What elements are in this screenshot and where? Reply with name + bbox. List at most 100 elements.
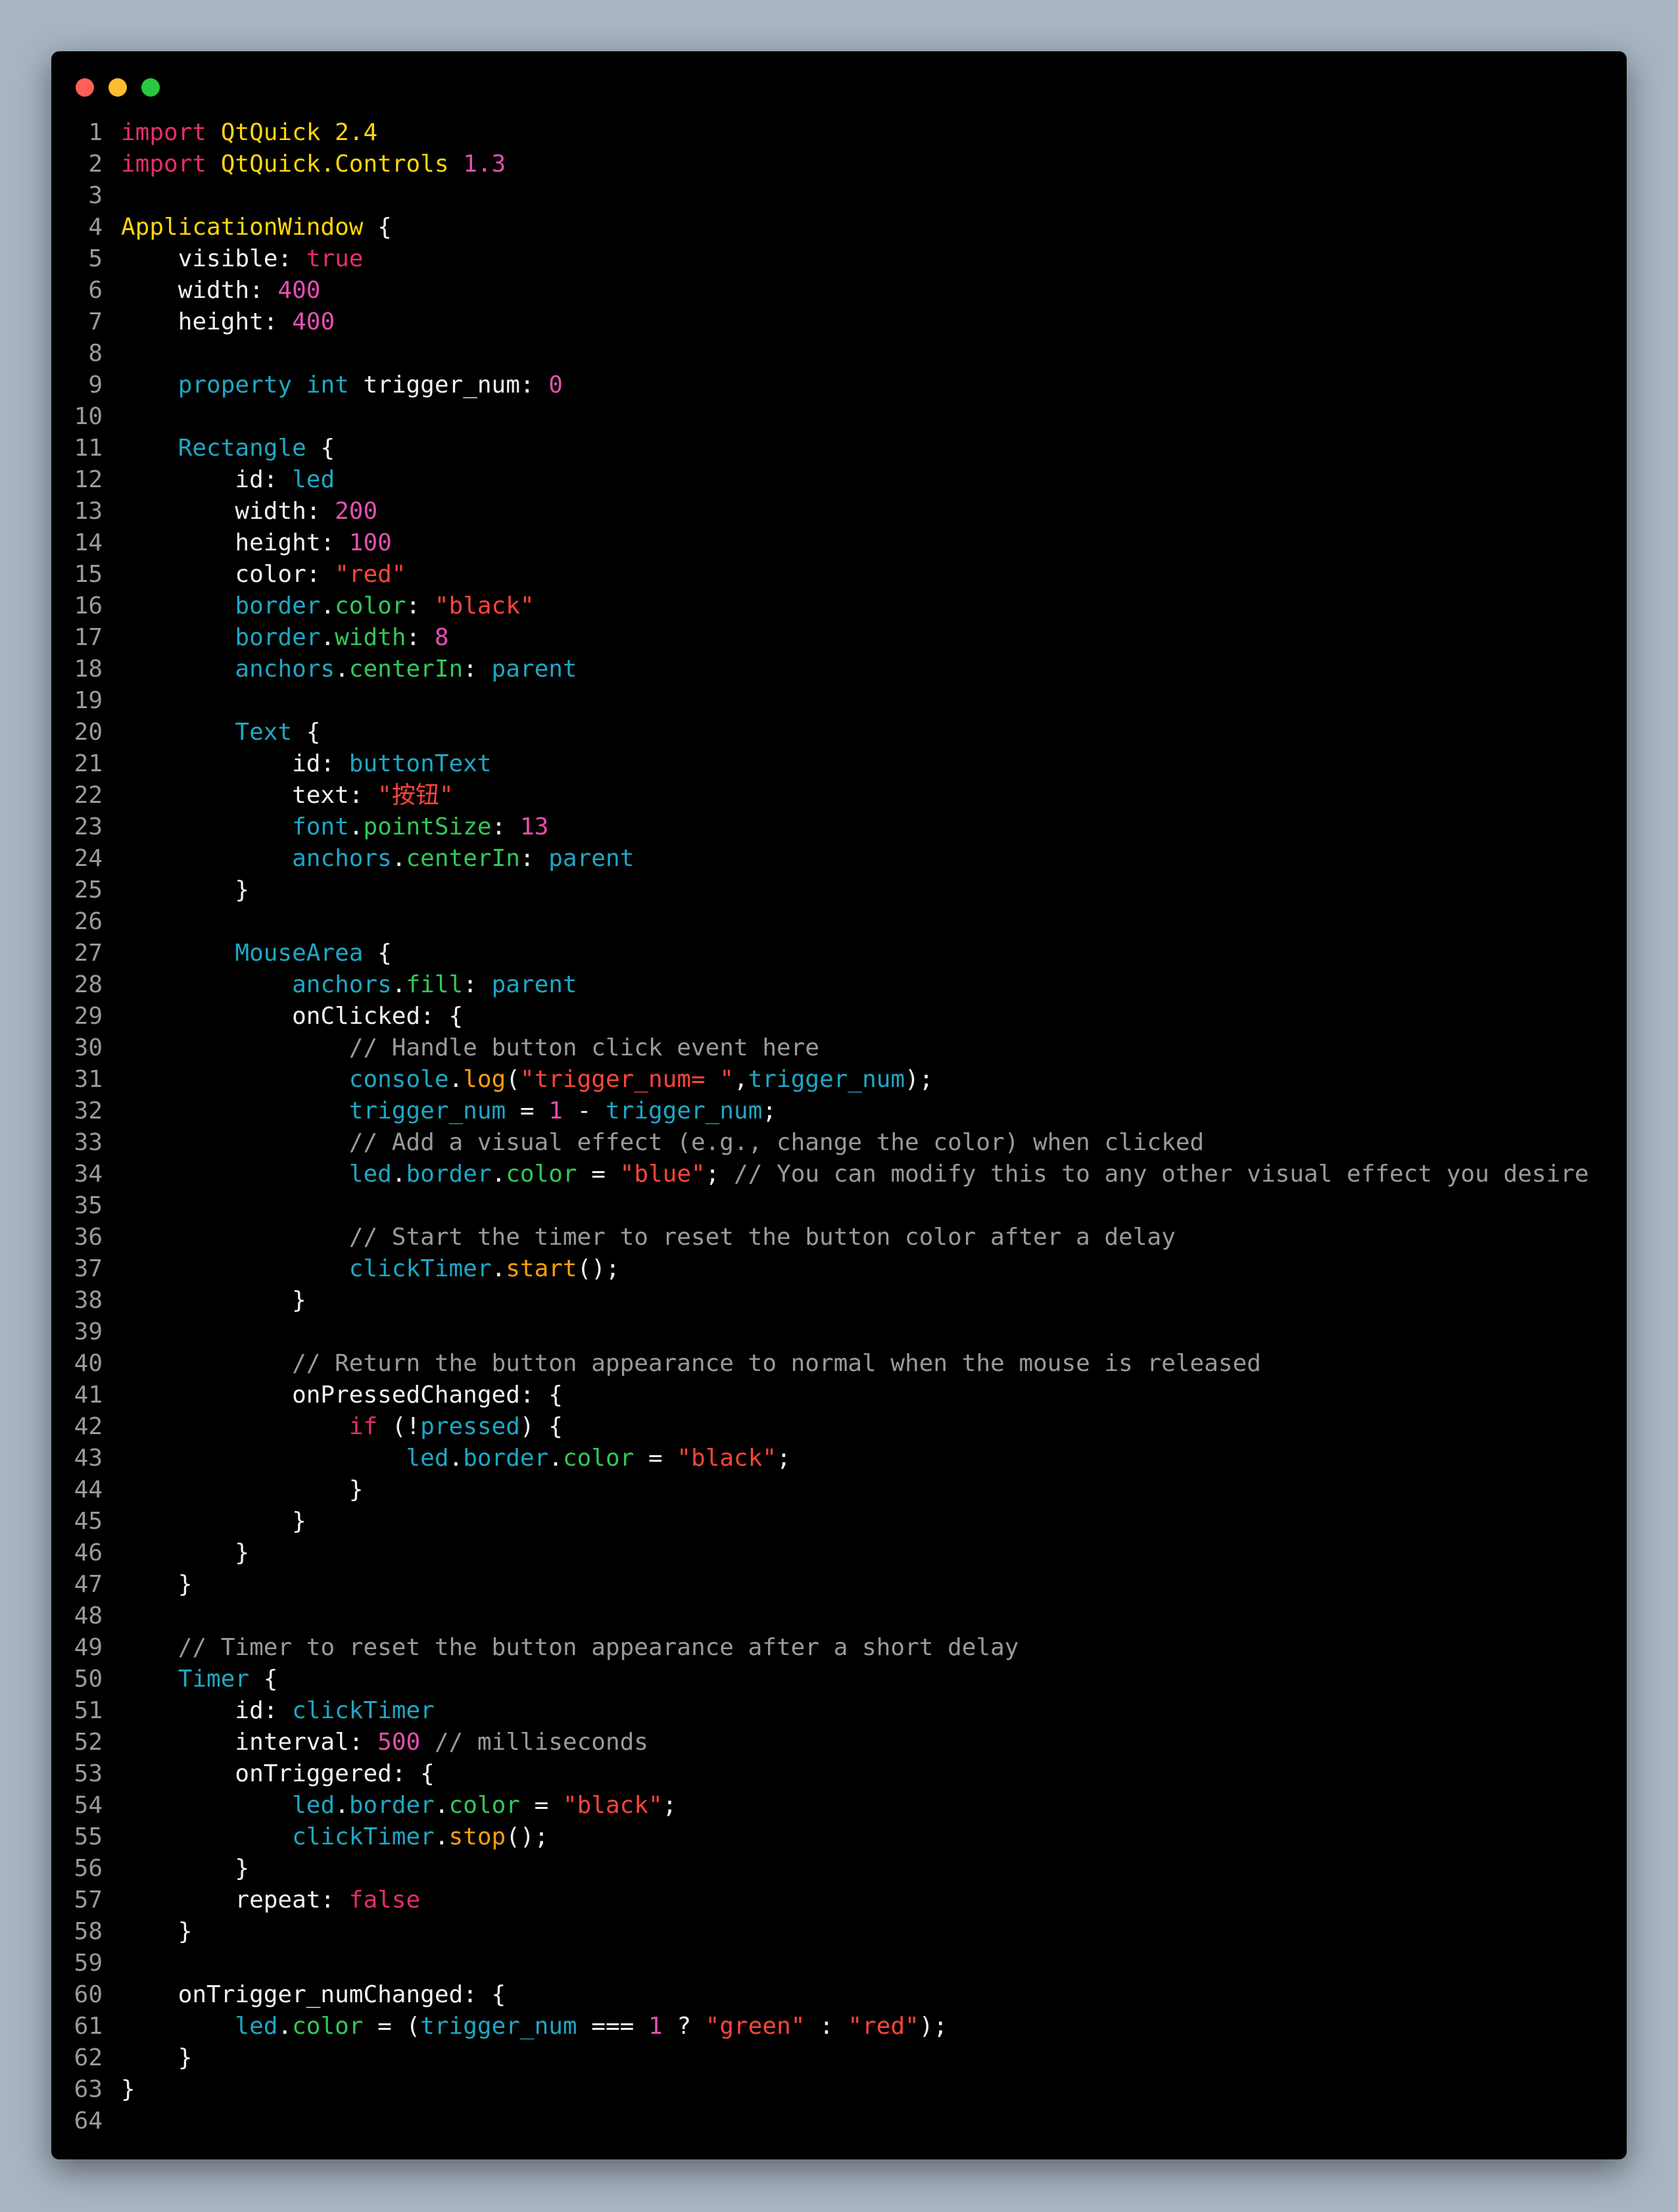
code-token: : (406, 592, 435, 619)
code-token: { (363, 214, 392, 241)
minimize-window-button[interactable] (108, 78, 127, 97)
line-number: 52 (74, 1729, 103, 1756)
code-token: 1.3 (463, 151, 506, 178)
code-token: parent (548, 845, 635, 872)
code-token: ( (506, 1066, 520, 1093)
code-token: 1 (548, 1097, 563, 1124)
window-titlebar (51, 51, 1627, 117)
code-token: led (292, 466, 335, 493)
code-line: 17 border.width: 8 (51, 622, 1627, 654)
code-line: 37 clickTimer.start(); (51, 1253, 1627, 1285)
code-token: (); (577, 1255, 620, 1282)
code-token: : (406, 624, 435, 651)
zoom-window-button[interactable] (141, 78, 160, 97)
line-number: 50 (74, 1666, 103, 1693)
code-text: } (121, 1537, 249, 1569)
code-token: . (277, 2013, 293, 2040)
code-token: border (348, 1792, 435, 1819)
code-text: } (121, 1474, 364, 1506)
code-line: 64 (51, 2105, 1627, 2137)
line-number: 49 (74, 1634, 103, 1661)
code-line: 53 onTriggered: { (51, 1758, 1627, 1790)
line-number: 58 (74, 1918, 103, 1945)
code-token: // You can modify this to any other visu… (734, 1161, 1589, 1188)
line-number: 44 (74, 1476, 103, 1503)
code-token: } (121, 2044, 193, 2071)
code-line: 11 Rectangle { (51, 433, 1627, 464)
code-token: "black" (434, 592, 535, 619)
code-line: 6 width: 400 (51, 275, 1627, 306)
code-line: 1 import QtQuick 2.4 (51, 117, 1627, 149)
line-number: 43 (74, 1445, 103, 1472)
code-token: false (348, 1887, 421, 1913)
code-token: . (391, 1161, 406, 1188)
line-number: 47 (74, 1571, 103, 1598)
code-token: } (121, 1508, 306, 1535)
code-line: 29 onClicked: { (51, 1001, 1627, 1032)
line-number: 60 (74, 1981, 103, 2008)
code-token: } (121, 1571, 193, 1598)
code-token: trigger_num (420, 2013, 577, 2040)
code-line: 28 anchors.fill: parent (51, 969, 1627, 1001)
code-token: ApplicationWindow (121, 214, 364, 241)
code-text: } (121, 1916, 193, 1948)
code-token: (); (506, 1823, 549, 1850)
code-token: . (335, 656, 349, 683)
code-text: led.border.color = "black"; (121, 1443, 790, 1474)
code-line: 2 import QtQuick.Controls 1.3 (51, 149, 1627, 180)
code-token: ); (905, 1066, 934, 1093)
code-token: "trigger_num= " (519, 1066, 734, 1093)
code-token: height: (121, 529, 349, 556)
line-number: 30 (74, 1034, 103, 1061)
code-token: onTriggered: { (121, 1760, 435, 1787)
close-window-button[interactable] (76, 78, 94, 97)
code-line: 23 font.pointSize: 13 (51, 811, 1627, 843)
code-text: interval: 500 // milliseconds (121, 1727, 648, 1758)
code-text: Text { (121, 717, 320, 748)
line-number: 55 (74, 1823, 103, 1850)
code-token: // Return the button appearance to norma… (292, 1350, 1261, 1377)
code-token: : (805, 2013, 848, 2040)
code-token: // Handle button click event here (348, 1034, 820, 1061)
code-token: onClicked: { (121, 1003, 464, 1030)
code-line: 59 (51, 1948, 1627, 1979)
code-token: . (491, 1255, 506, 1282)
code-token: id: (121, 1697, 293, 1724)
code-token: "按钮" (377, 782, 454, 809)
line-number: 40 (74, 1350, 103, 1377)
code-token: : (463, 656, 492, 683)
code-token: 1 (648, 2013, 663, 2040)
code-text: Rectangle { (121, 433, 335, 464)
code-token: QtQuick.Controls (220, 151, 449, 178)
code-line: 4 ApplicationWindow { (51, 212, 1627, 243)
code-text: onPressedChanged: { (121, 1380, 563, 1411)
code-token: . (448, 1445, 464, 1472)
code-token: "black" (677, 1445, 777, 1472)
line-number: 56 (74, 1855, 103, 1882)
line-number: 53 (74, 1760, 103, 1787)
code-token: text: (121, 782, 378, 809)
code-text: if (!pressed) { (121, 1411, 563, 1443)
code-token: . (448, 1066, 464, 1093)
code-token: . (348, 813, 364, 840)
code-token: = (519, 1792, 563, 1819)
code-text: height: 400 (121, 306, 335, 338)
code-line: 45 } (51, 1506, 1627, 1537)
code-text: anchors.centerIn: parent (121, 843, 634, 875)
code-token: led (292, 1792, 335, 1819)
line-number: 19 (74, 687, 103, 714)
code-token: 500 (377, 1729, 421, 1756)
code-editor[interactable]: 1 import QtQuick 2.4 2 import QtQuick.Contr… (51, 117, 1627, 2137)
code-token: 400 (277, 277, 321, 304)
